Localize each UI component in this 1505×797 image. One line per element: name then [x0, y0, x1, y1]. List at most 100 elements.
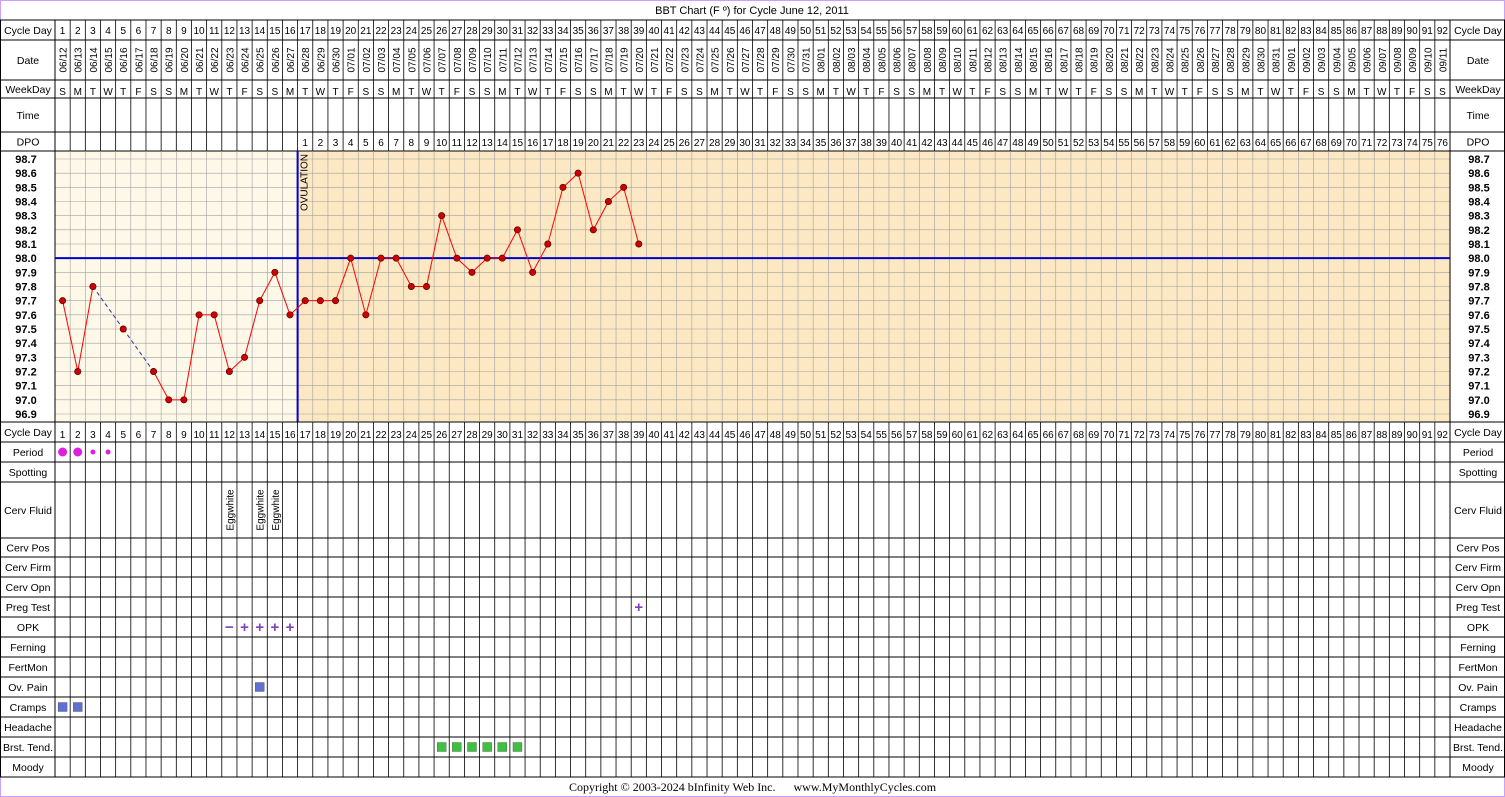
dpo-number: 50	[1043, 138, 1055, 149]
date-label: 09/05	[1347, 47, 1358, 72]
cycle-day-number-bottom: 29	[482, 430, 494, 441]
weekday-letter: W	[740, 87, 750, 98]
date-label: 07/19	[620, 47, 631, 72]
cycle-day-number: 19	[330, 26, 342, 37]
y-tick-right: 97.4	[1468, 338, 1490, 350]
cycle-day-number-bottom: 92	[1437, 430, 1449, 441]
dpo-number: 34	[800, 138, 812, 149]
temp-point	[150, 367, 158, 375]
date-label: 08/20	[1105, 47, 1116, 72]
weekday-letter: T	[757, 87, 763, 98]
weekday-letter: S	[363, 87, 370, 98]
row-label-left-cerv_opn: Cerv Opn	[6, 582, 51, 594]
date-label: 07/02	[362, 47, 373, 72]
cycle-day-number-bottom: 5	[120, 430, 126, 441]
preg-test-result: +	[634, 599, 643, 616]
weekday-letter: F	[1409, 87, 1415, 98]
row-label-right-date: Date	[1467, 55, 1489, 67]
cycle-day-number: 17	[300, 26, 312, 37]
cycle-day-number: 12	[224, 26, 236, 37]
cycle-day-number-bottom: 17	[300, 430, 312, 441]
cycle-day-number: 52	[830, 26, 842, 37]
weekday-letter: T	[1288, 87, 1294, 98]
weekday-letter: W	[1165, 87, 1175, 98]
weekday-letter: M	[392, 87, 400, 98]
y-tick-left: 98.5	[15, 182, 36, 194]
cycle-day-number-bottom: 86	[1346, 430, 1358, 441]
cycle-day-number: 29	[482, 26, 494, 37]
cycle-day-number: 71	[1118, 26, 1130, 37]
row-label-left-spotting: Spotting	[9, 467, 48, 479]
cycle-day-number-bottom: 3	[90, 430, 96, 441]
cycle-day-number: 38	[618, 26, 630, 37]
breast-tenderness-marker	[482, 742, 492, 752]
cycle-day-number-bottom: 37	[603, 430, 615, 441]
weekday-letter: M	[710, 87, 718, 98]
dpo-number: 12	[466, 138, 478, 149]
cycle-day-number-bottom: 55	[876, 430, 888, 441]
weekday-letter: W	[952, 87, 962, 98]
cramps-marker	[73, 702, 83, 712]
dpo-number: 61	[1209, 138, 1221, 149]
weekday-letter: S	[272, 87, 279, 98]
row-label-left-cerv_firm: Cerv Firm	[5, 562, 51, 574]
row-label-right-fertmon: FertMon	[1458, 662, 1497, 674]
row-label-left-period: Period	[13, 447, 44, 459]
weekday-letter: M	[817, 87, 825, 98]
cycle-day-number: 4	[105, 26, 111, 37]
cycle-day-number-bottom: 34	[557, 430, 569, 441]
dpo-number: 63	[1240, 138, 1252, 149]
cycle-day-number: 59	[936, 26, 948, 37]
cycle-day-number-bottom: 65	[1027, 430, 1039, 441]
cycle-day-number: 69	[1088, 26, 1100, 37]
cycle-day-number: 27	[451, 26, 463, 37]
site-link[interactable]: www.MyMonthlyCycles.com	[794, 780, 937, 794]
cycle-day-number-bottom: 88	[1376, 430, 1388, 441]
weekday-letter: T	[727, 87, 733, 98]
date-label: 06/28	[301, 47, 312, 72]
y-tick-right: 97.6	[1468, 310, 1489, 322]
cycle-day-number-bottom: 72	[1134, 430, 1146, 441]
cycle-day-number: 6	[136, 26, 142, 37]
date-label: 07/05	[407, 47, 418, 72]
date-label: 08/01	[817, 47, 828, 72]
cycle-day-number-bottom: 40	[648, 430, 660, 441]
dpo-number: 22	[618, 138, 630, 149]
cycle-day-number-bottom: 36	[588, 430, 600, 441]
weekday-letter: S	[1105, 87, 1112, 98]
y-tick-left: 97.3	[15, 352, 36, 364]
row-label-left-cerv_pos: Cerv Pos	[6, 543, 49, 555]
temp-point	[316, 297, 324, 305]
weekday-letter: S	[908, 87, 915, 98]
date-label: 07/22	[665, 47, 676, 72]
weekday-letter: M	[1347, 87, 1355, 98]
date-label: 06/26	[271, 47, 282, 72]
breast-tenderness-marker	[512, 742, 523, 752]
cycle-day-number: 44	[709, 26, 721, 37]
weekday-letter: T	[1151, 87, 1157, 98]
cycle-day-number-bottom: 85	[1331, 430, 1343, 441]
cycle-day-number-bottom: 73	[1149, 430, 1161, 441]
cycle-day-number: 41	[664, 26, 676, 37]
date-label: 07/01	[347, 47, 358, 72]
date-label: 09/01	[1287, 47, 1298, 72]
ovulation-label: OVULATION	[300, 154, 311, 211]
date-label: 07/21	[650, 47, 661, 72]
weekday-letter: W	[103, 87, 113, 98]
cycle-day-number-bottom: 8	[166, 430, 172, 441]
weekday-letter: T	[621, 87, 627, 98]
dpo-number: 14	[497, 138, 509, 149]
dpo-number: 25	[664, 138, 676, 149]
row-label-right-weekday: WeekDay	[1455, 84, 1501, 96]
opk-result: +	[240, 619, 249, 636]
dpo-number: 6	[378, 138, 384, 149]
cycle-day-number-bottom: 84	[1316, 430, 1328, 441]
dpo-number: 66	[1285, 138, 1297, 149]
date-label: 08/13	[999, 47, 1010, 72]
weekday-letter: S	[165, 87, 172, 98]
y-tick-left: 97.7	[15, 296, 36, 308]
cycle-day-number: 49	[785, 26, 797, 37]
cycle-day-number-bottom: 31	[512, 430, 524, 441]
cycle-day-number: 46	[739, 26, 751, 37]
cycle-day-number: 67	[1058, 26, 1070, 37]
